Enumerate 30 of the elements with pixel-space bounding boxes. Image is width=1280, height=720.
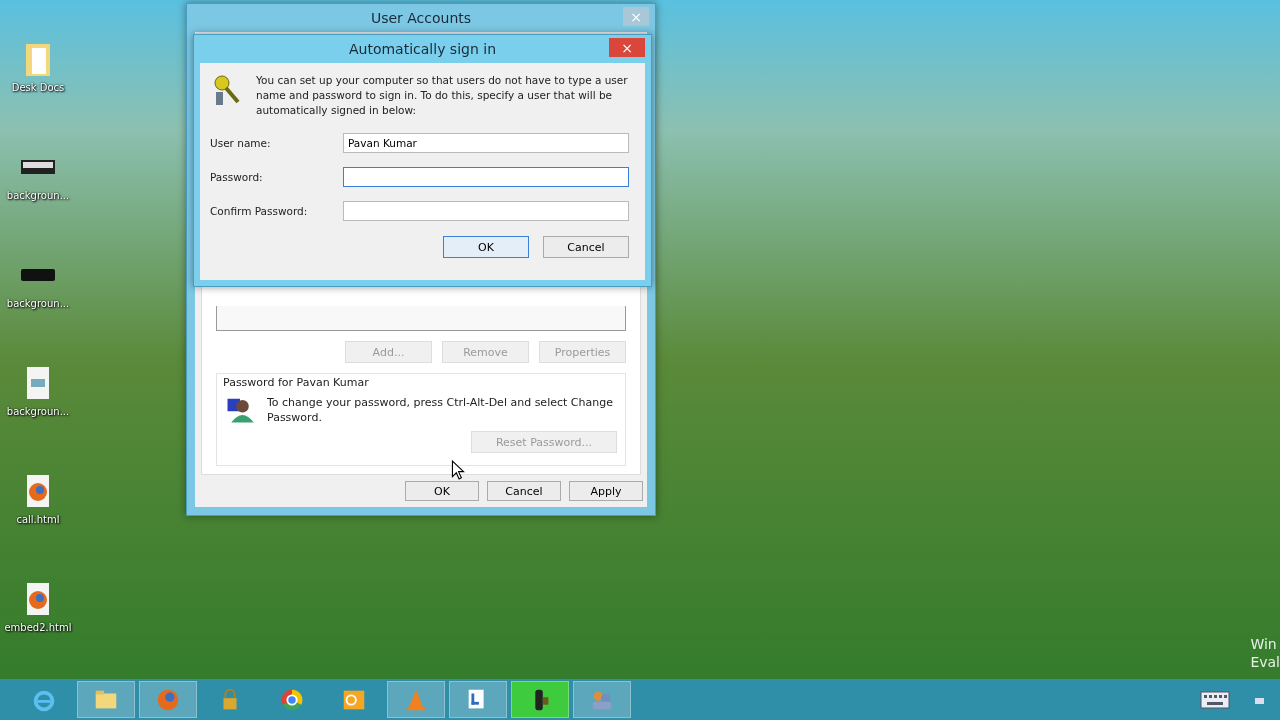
window-title: User Accounts (370, 10, 472, 26)
password-field[interactable] (343, 167, 629, 187)
dialog-button[interactable]: OK (405, 481, 479, 501)
desktop-icon-label[interactable]: backgroun... (6, 190, 70, 201)
field-label: Password: (210, 171, 264, 183)
dialog-button[interactable]: OK (443, 236, 529, 258)
activation-text: Eval (1250, 654, 1280, 670)
dialog-button[interactable]: Apply (569, 481, 643, 501)
instruction-text: To change your password, press Ctrl-Alt-Del and select Change Password. (267, 395, 614, 425)
desktop-icon-label[interactable]: call.html (16, 514, 60, 525)
fox-globe-icon[interactable] (139, 681, 197, 718)
folder-icon[interactable] (77, 681, 135, 718)
desktop-icon-label[interactable]: embed2.html (4, 622, 72, 633)
group-title: Password for Pavan Kumar (223, 376, 370, 389)
dialog-button[interactable]: Cancel (487, 481, 561, 501)
keyboard-icon[interactable] (1200, 689, 1230, 710)
close-button[interactable]: × (609, 38, 645, 57)
field-label: Confirm Password: (210, 205, 309, 217)
desktop-icon-label[interactable]: backgroun... (6, 406, 70, 417)
desktop-icon-label[interactable]: backgroun... (6, 298, 70, 309)
description-text: You can set up your computer so that users do not have to type a user name and password to sign in. To do this, specify a user that will be automatically signed in below: (256, 73, 629, 118)
field-label: User name: (210, 137, 272, 149)
activation-text: Win (1250, 636, 1278, 652)
traffic-cone-icon[interactable] (387, 681, 445, 718)
user-list[interactable] (216, 306, 626, 331)
camera-icon[interactable] (511, 681, 569, 718)
username-field[interactable]: Pavan Kumar (343, 133, 629, 153)
dialog-title: Automatically sign in (348, 41, 497, 57)
dialog-button[interactable]: Cancel (543, 236, 629, 258)
password-field[interactable] (343, 201, 629, 221)
